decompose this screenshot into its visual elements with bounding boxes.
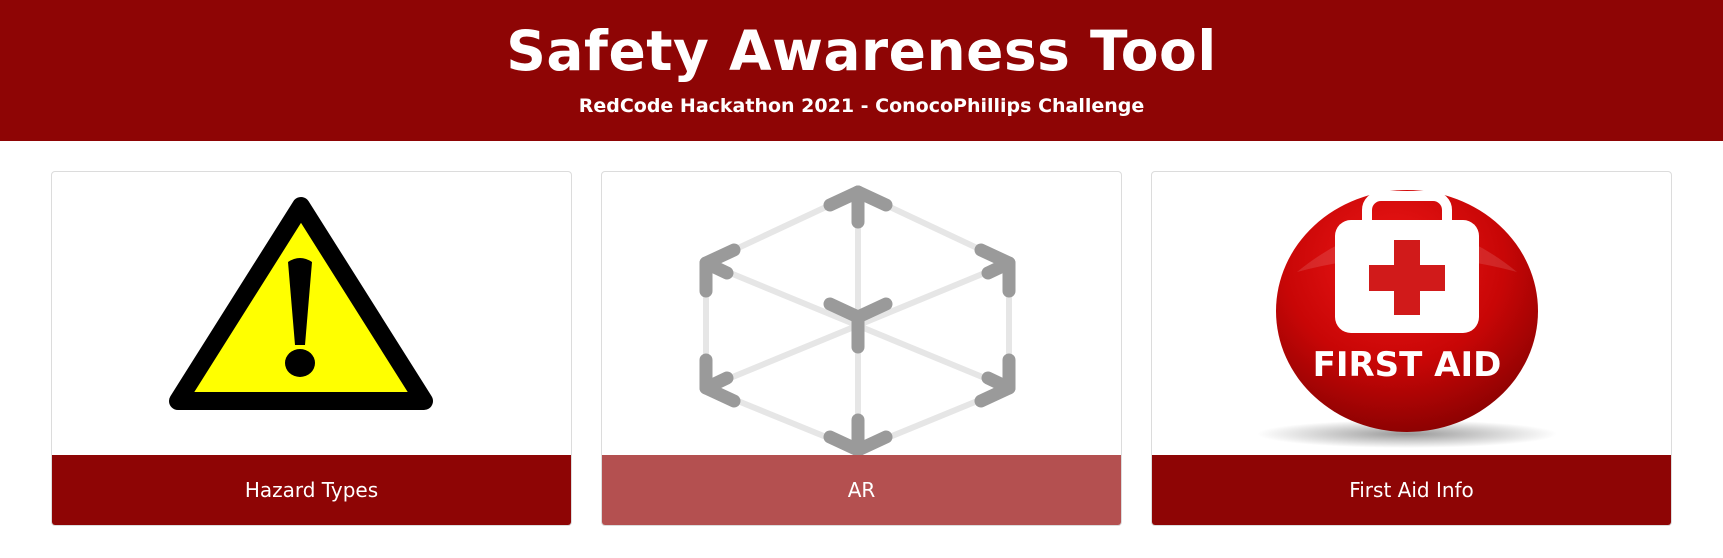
hazard-types-card[interactable]: Hazard Types (51, 171, 572, 526)
page-title: Safety Awareness Tool (506, 19, 1217, 83)
hazard-types-button[interactable]: Hazard Types (52, 455, 571, 525)
page-header: Safety Awareness Tool RedCode Hackathon … (0, 0, 1723, 141)
first-aid-icon-text: FIRST AID (1313, 345, 1502, 385)
first-aid-kit-icon: FIRST AID (1257, 190, 1557, 448)
feature-cards: Hazard Types AR FIRST AID First Aid Info (51, 171, 1672, 526)
ar-image (602, 172, 1121, 455)
ar-card[interactable]: AR (601, 171, 1122, 526)
ar-cube-icon (699, 185, 1016, 455)
first-aid-image: FIRST AID (1152, 172, 1671, 455)
hazard-types-image (52, 172, 571, 455)
first-aid-card[interactable]: FIRST AID First Aid Info (1151, 171, 1672, 526)
warning-triangle-icon (169, 197, 433, 410)
page-subtitle: RedCode Hackathon 2021 - ConocoPhillips … (578, 95, 1145, 117)
ar-button[interactable]: AR (602, 455, 1121, 525)
first-aid-info-button[interactable]: First Aid Info (1152, 455, 1671, 525)
